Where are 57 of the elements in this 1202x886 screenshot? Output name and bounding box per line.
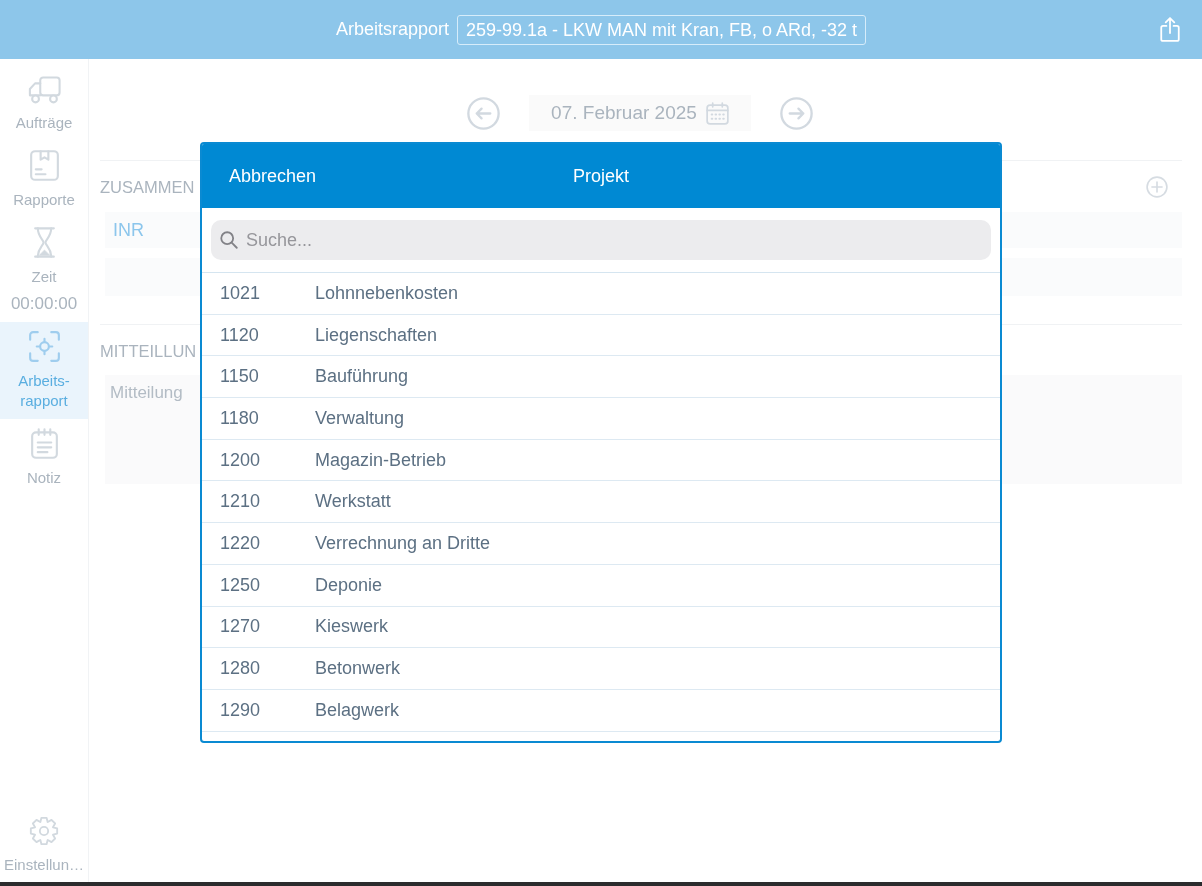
project-name: Lohnnebenkosten — [315, 282, 459, 304]
arrow-right-circle-icon — [780, 96, 813, 130]
project-name: Werkstatt — [315, 491, 391, 513]
project-row[interactable]: 1150 Bauführung — [202, 356, 1000, 399]
section-heading: MITTEILLUN — [100, 341, 197, 362]
plus-circle-icon — [1146, 176, 1168, 198]
project-row[interactable]: 1220 Verrechnung an Dritte — [202, 523, 1000, 565]
project-name: Kieswerk — [315, 616, 389, 638]
focus-frame-icon — [28, 331, 60, 362]
truck-icon — [27, 76, 61, 104]
project-row[interactable]: 1290 Belagwerk — [202, 689, 1000, 732]
project-number: 1021 — [219, 282, 262, 304]
project-number: 1180 — [219, 407, 260, 429]
project-number: 1250 — [219, 574, 262, 596]
arrow-left-circle-icon — [467, 96, 500, 130]
project-row[interactable]: 1250 Deponie — [202, 564, 1000, 607]
add-button[interactable] — [1146, 176, 1168, 198]
search-field[interactable]: Suche... — [211, 220, 991, 260]
project-row[interactable]: 1270 Kieswerk — [202, 606, 1000, 649]
project-row[interactable]: 1200 Magazin-Betrieb — [202, 439, 1000, 482]
screen-title: Arbeitsrapport — [335, 19, 449, 40]
project-row[interactable]: 1210 Werkstatt — [202, 481, 1000, 524]
project-name: Deponie — [315, 574, 383, 596]
next-day-button[interactable] — [780, 96, 813, 130]
project-name: Verrechnung an Dritte — [315, 532, 491, 554]
project-row[interactable]: 1120 Liegenschaften — [202, 314, 1000, 357]
previous-day-button[interactable] — [467, 96, 500, 130]
calendar-icon — [705, 101, 729, 125]
project-number: 1120 — [219, 324, 260, 346]
project-number: 1270 — [219, 616, 262, 638]
cancel-button[interactable]: Abbrechen — [227, 163, 319, 189]
project-name: Liegenschaften — [315, 324, 438, 346]
project-number: 1280 — [219, 658, 262, 680]
project-row[interactable]: 1021 Lohnnebenkosten — [202, 273, 1000, 315]
share-button[interactable] — [1160, 17, 1180, 42]
package-icon — [29, 150, 59, 181]
project-row[interactable]: 1280 Betonwerk — [202, 648, 1000, 690]
hourglass-icon — [33, 227, 55, 258]
project-name: Belagwerk — [315, 699, 400, 721]
notepad-icon — [30, 428, 58, 459]
project-name: Magazin-Betrieb — [315, 449, 447, 471]
currency-label: INR — [113, 219, 144, 241]
section-heading: ZUSAMMEN — [100, 177, 195, 198]
search-icon — [220, 231, 238, 249]
project-number: 1200 — [219, 449, 262, 471]
project-name: Betonwerk — [315, 658, 401, 680]
project-number: 1150 — [219, 366, 260, 388]
project-number: 1210 — [219, 491, 262, 513]
project-number: 1220 — [219, 532, 262, 554]
project-number: 1290 — [219, 699, 262, 721]
project-name: Bauführung — [315, 366, 409, 388]
timer-text: 00:00:00 — [9, 294, 79, 314]
share-icon — [1160, 17, 1180, 42]
project-name: Verwaltung — [315, 407, 405, 429]
project-row[interactable]: 1180 Verwaltung — [202, 398, 1000, 440]
dialog-title: Projekt — [573, 165, 629, 187]
settings-icon — [29, 816, 59, 846]
